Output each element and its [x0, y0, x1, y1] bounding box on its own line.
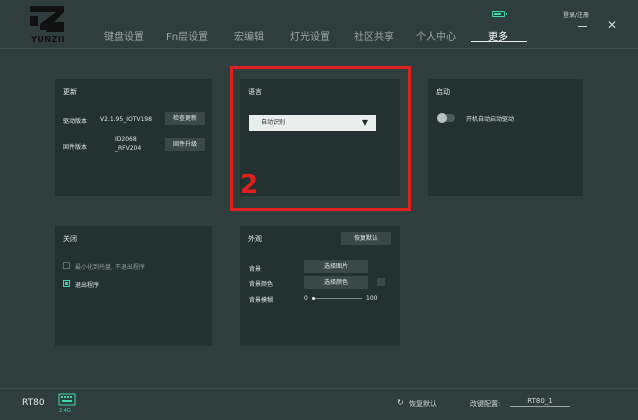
key-config-label: 改键配置:: [470, 400, 501, 408]
appearance-panel: 外观 恢复默认 背景 选择图片 背景颜色 选择颜色 背景模糊 0 100: [240, 226, 400, 346]
background-color-label: 背景颜色: [249, 281, 274, 288]
annotation-number: 2: [240, 170, 259, 200]
firmware-version-value-line1: ID2068: [115, 136, 137, 143]
tab-keyboard-settings[interactable]: 键盘设置: [104, 28, 144, 43]
tab-community-share[interactable]: 社区共享: [354, 28, 394, 43]
device-name: RT80: [22, 398, 45, 408]
tab-fn-layer-settings[interactable]: Fn层设置: [166, 28, 208, 43]
battery-icon: [492, 11, 507, 17]
exit-program-checkbox[interactable]: [63, 280, 70, 287]
minimize-to-tray-label: 最小化到托盘, 不退出程序: [75, 264, 145, 271]
blur-slider-handle[interactable]: [312, 297, 315, 300]
color-swatch[interactable]: [377, 278, 385, 286]
connection-badge: 2.4G: [59, 408, 71, 414]
close-panel-title: 关闭: [63, 235, 77, 243]
footer-reset-button[interactable]: 恢复默认: [409, 399, 437, 409]
brand-logo: YUNZII: [22, 4, 72, 46]
firmware-version-label: 固件版本: [63, 144, 88, 151]
firmware-upgrade-button[interactable]: 固件升级: [165, 138, 205, 151]
driver-version-value: V2.1.95_IOTV198: [100, 116, 152, 123]
tab-personal-center[interactable]: 个人中心: [416, 28, 456, 43]
top-bar: YUNZII 键盘设置 Fn层设置 宏编辑 灯光设置 社区共享 个人中心 更多 …: [0, 0, 638, 48]
minimize-to-tray-checkbox[interactable]: [63, 262, 70, 269]
close-panel: 关闭 最小化到托盘, 不退出程序 退出程序: [55, 226, 212, 346]
footer-divider: [0, 388, 638, 389]
keyboard-icon[interactable]: [58, 393, 76, 409]
tab-lighting-settings[interactable]: 灯光设置: [290, 28, 330, 43]
background-label: 背景: [249, 266, 262, 273]
login-register-link[interactable]: 登录/注册: [563, 10, 589, 19]
minimize-icon[interactable]: [578, 26, 587, 27]
appearance-reset-button[interactable]: 恢复默认: [341, 232, 391, 245]
update-panel-title: 更新: [63, 88, 77, 96]
tab-macro-editor[interactable]: 宏编辑: [234, 28, 264, 43]
reset-icon[interactable]: ↻: [397, 398, 404, 407]
choose-color-button[interactable]: 选择颜色: [304, 276, 368, 289]
close-icon[interactable]: ✕: [606, 19, 618, 31]
background-blur-label: 背景模糊: [249, 297, 274, 304]
appearance-panel-title: 外观: [248, 235, 262, 243]
driver-version-label: 驱动版本: [63, 118, 88, 125]
startup-panel-title: 启动: [436, 88, 450, 96]
exit-program-label: 退出程序: [75, 282, 100, 289]
blur-slider[interactable]: [312, 298, 362, 299]
update-panel: 更新 驱动版本 V2.1.95_IOTV198 检查更新 固件版本 ID2068…: [55, 79, 212, 196]
startup-panel: 启动 开机自动启动驱动: [428, 79, 583, 196]
autostart-toggle[interactable]: [437, 113, 455, 123]
check-update-button[interactable]: 检查更新: [165, 112, 205, 125]
key-config-select[interactable]: RT80_1: [510, 397, 570, 407]
blur-max-label: 100: [366, 295, 378, 302]
blur-min-label: 0: [304, 295, 308, 302]
active-tab-indicator: [471, 41, 527, 42]
header-divider: [0, 48, 638, 49]
autostart-label: 开机自动启动驱动: [466, 116, 515, 123]
yunzii-logo-icon: [30, 6, 64, 32]
choose-image-button[interactable]: 选择图片: [304, 260, 368, 273]
firmware-version-value-line2: _RFV204: [115, 145, 142, 152]
brand-logo-text: YUNZII: [31, 35, 65, 44]
